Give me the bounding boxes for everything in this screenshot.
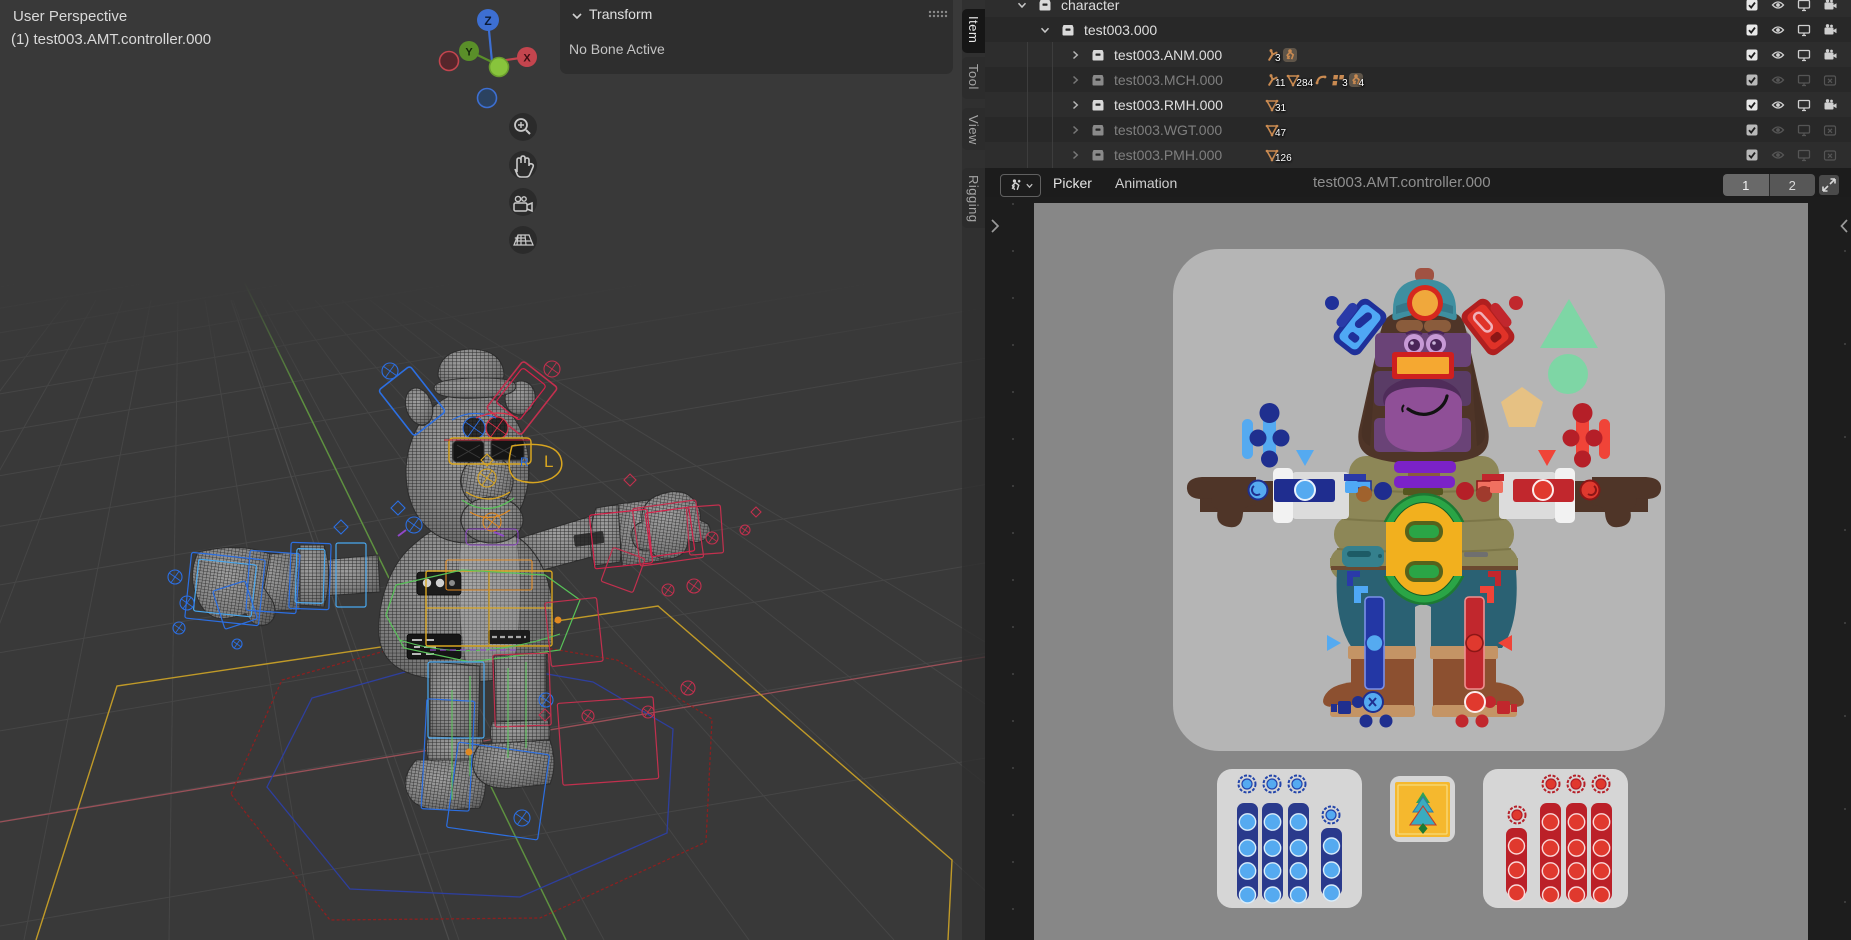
svg-text:Z: Z xyxy=(484,14,491,28)
svg-text:Y: Y xyxy=(465,47,473,59)
svg-text:X: X xyxy=(523,53,531,65)
svg-text:R: R xyxy=(520,455,529,469)
svg-text:L: L xyxy=(544,452,553,471)
